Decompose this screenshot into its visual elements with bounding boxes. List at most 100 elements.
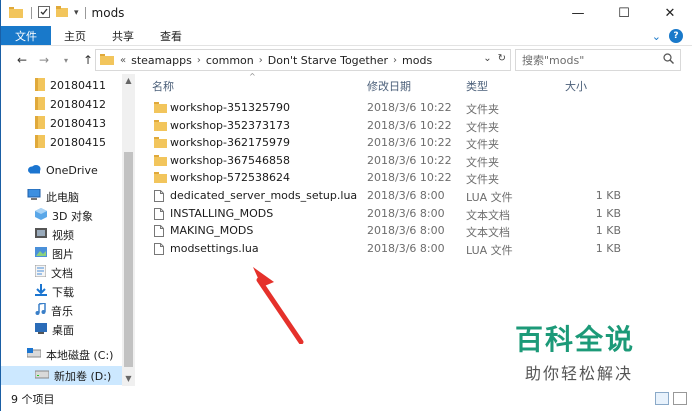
video-icon [35,227,47,242]
back-arrow-icon[interactable]: ← [11,53,33,67]
folder-row[interactable]: workshop-362175979 2018/3/6 10:22 文件夹 [151,135,631,152]
folder-icon [35,134,45,151]
large-icons-view-icon[interactable] [673,392,687,405]
nav-item-label: 下载 [52,285,74,299]
nav-item-music[interactable]: 音乐 [35,301,73,320]
nav-item-20180413[interactable]: 20180413 [35,114,106,133]
folder-icon [9,6,23,21]
nav-item-20180412[interactable]: 20180412 [35,95,106,114]
nav-item-local-disk-c[interactable]: 本地磁盘 (C:) [26,345,114,364]
file-name: workshop-572538624 [170,171,290,185]
breadcrumb-steamapps[interactable]: steamapps [131,54,192,67]
column-header-type[interactable]: 类型 [466,78,488,96]
nav-pane-scrollbar[interactable]: ▲ ▼ [122,74,135,386]
folder-icon [154,119,167,134]
file-date: 2018/3/6 10:22 [367,171,452,185]
column-header-name[interactable]: 名称 [152,78,174,96]
file-name: INSTALLING_MODS [170,206,274,220]
computer-icon [27,188,41,204]
explorer-window: ▾ mods — ☐ ✕ 文件 主页 共享 查看 ⌄ ? ← → ▾ ↑ « s… [0,0,692,411]
nav-item-label: 20180411 [50,79,106,92]
annotation-arrow-icon [253,267,304,344]
tab-share[interactable]: 共享 [99,26,147,45]
nav-item-label: OneDrive [46,164,98,177]
column-header-date[interactable]: 修改日期 [367,78,411,96]
column-header-size[interactable]: 大小 [565,78,587,96]
nav-item-documents[interactable]: 文档 [34,263,73,282]
breadcrumb-dont-starve-together[interactable]: Don't Starve Together [268,54,388,67]
status-bar: 9 个项目 [1,386,692,411]
chevron-right-icon[interactable]: › [259,55,263,66]
nav-item-3d-objects[interactable]: 3D 对象 [35,206,93,225]
item-count: 9 个项目 [11,392,55,406]
file-date: 2018/3/6 8:00 [367,206,445,220]
search-input[interactable]: 搜索"mods" [515,49,681,71]
drive-icon [26,348,42,361]
tab-home[interactable]: 主页 [51,26,99,45]
nav-item-20180415[interactable]: 20180415 [35,133,106,152]
tab-view[interactable]: 查看 [147,26,195,45]
file-date: 2018/3/6 8:00 [367,189,445,202]
nav-item-downloads[interactable]: 下载 [35,282,74,301]
music-icon [35,302,46,318]
folder-row[interactable]: workshop-352373173 2018/3/6 10:22 文件夹 [151,118,631,135]
nav-item-this-pc[interactable]: 此电脑 [27,187,79,206]
details-view-icon[interactable] [655,392,669,405]
forward-arrow-icon[interactable]: → [33,53,55,67]
new-folder-icon[interactable] [56,6,68,20]
help-icon[interactable]: ? [669,29,683,43]
chevron-right-icon[interactable]: › [393,55,397,66]
nav-item-label: 音乐 [51,304,73,318]
scroll-up-icon[interactable]: ▲ [122,76,135,85]
cloud-icon [27,164,41,177]
scroll-down-icon[interactable]: ▼ [122,374,135,383]
maximize-button[interactable]: ☐ [601,0,647,26]
nav-item-20180411[interactable]: 20180411 [35,76,106,95]
folder-row[interactable]: workshop-351325790 2018/3/6 10:22 文件夹 [151,100,631,117]
close-button[interactable]: ✕ [647,0,692,26]
folder-row[interactable]: workshop-367546858 2018/3/6 10:22 文件夹 [151,153,631,170]
nav-item-new-volume-d[interactable]: 新加卷 (D:) [1,366,123,385]
view-switcher [655,392,687,405]
folder-row[interactable]: workshop-572538624 2018/3/6 10:22 文件夹 [151,170,631,187]
nav-item-desktop[interactable]: 桌面 [35,320,74,339]
file-name: MAKING_MODS [170,224,254,238]
folder-icon [154,137,167,151]
scrollbar-thumb[interactable] [124,152,133,367]
search-icon[interactable] [663,53,674,67]
file-type: LUA 文件 [466,191,513,204]
minimize-button[interactable]: — [555,0,601,26]
recent-locations-icon[interactable]: ▾ [55,56,77,65]
document-icon [154,242,164,258]
document-icon [154,207,164,223]
properties-icon[interactable] [38,5,50,21]
file-row[interactable]: MAKING_MODS 2018/3/6 8:00 文本文档 1 KB [151,223,631,240]
divider [84,7,86,19]
breadcrumb-mods[interactable]: mods [402,54,432,67]
expand-ribbon-icon[interactable]: ⌄ [652,30,661,43]
nav-item-label: 20180412 [50,98,106,111]
chevron-right-icon[interactable]: › [197,55,201,66]
customize-toolbar-icon[interactable]: ▾ [74,8,79,18]
refresh-icon[interactable]: ↻ [498,53,506,64]
nav-item-videos[interactable]: 视频 [35,225,74,244]
breadcrumb-common[interactable]: common [206,54,254,67]
file-date: 2018/3/6 10:22 [367,153,452,167]
file-row[interactable]: INSTALLING_MODS 2018/3/6 8:00 文本文档 1 KB [151,206,631,223]
file-date: 2018/3/6 10:22 [367,101,452,114]
address-bar[interactable]: « steamapps › common › Don't Starve Toge… [95,49,511,71]
navigation-bar: ← → ▾ ↑ « steamapps › common › Don't Sta… [1,47,692,73]
download-icon [35,284,47,299]
nav-item-onedrive[interactable]: OneDrive [27,161,98,180]
nav-item-label: 本地磁盘 (C:) [46,348,114,362]
nav-item-pictures[interactable]: 图片 [35,244,74,263]
pictures-icon [35,246,47,261]
file-date: 2018/3/6 8:00 [367,224,445,238]
documents-icon [34,264,47,280]
file-name: workshop-367546858 [170,153,290,167]
file-row[interactable]: modsettings.lua 2018/3/6 8:00 LUA 文件 1 KB [151,241,631,258]
file-row[interactable]: dedicated_server_mods_setup.lua 2018/3/6 … [151,188,631,205]
chevron-down-icon[interactable]: ⌄ [483,53,491,64]
overflow-chevron-icon[interactable]: « [120,55,126,66]
tab-file[interactable]: 文件 [1,26,51,45]
